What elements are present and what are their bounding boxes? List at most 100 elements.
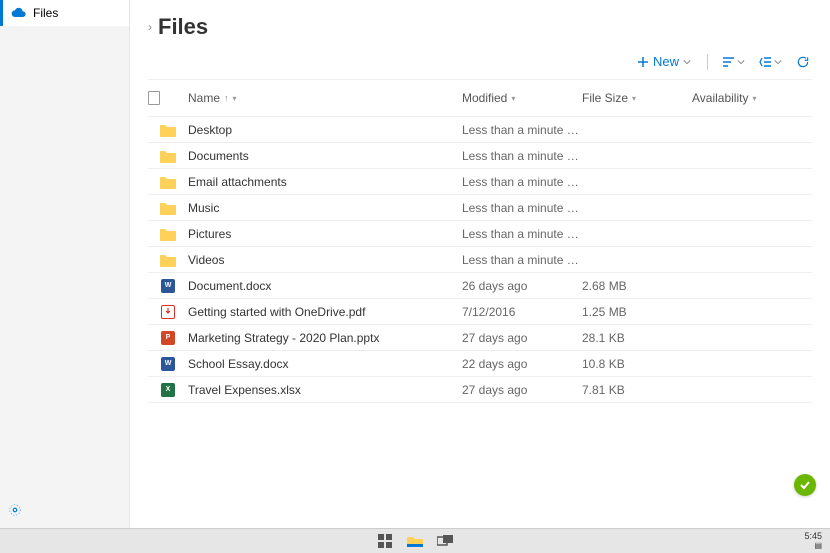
docx-icon: W: [161, 357, 175, 371]
table-row[interactable]: DesktopLess than a minute ago: [148, 117, 812, 143]
chevron-down-icon: [683, 58, 691, 66]
toolbar: New: [130, 48, 830, 79]
table-row[interactable]: W School Essay.docx22 days ago10.8 KB: [148, 351, 812, 377]
table-row[interactable]: DocumentsLess than a minute ago: [148, 143, 812, 169]
row-type-icon: P: [160, 330, 176, 346]
column-modified[interactable]: Modified ▾: [462, 91, 582, 105]
row-type-icon: [160, 226, 176, 242]
group-icon: [759, 56, 773, 68]
folder-icon: [160, 201, 176, 215]
row-modified: 27 days ago: [462, 331, 582, 345]
pdf-icon: [161, 305, 175, 319]
sidebar-settings[interactable]: [0, 497, 130, 528]
notification-icon[interactable]: ▤: [804, 541, 822, 551]
table-header: Name ↑ ▾ Modified ▾ File Size ▾ Availabi…: [148, 79, 812, 117]
row-size: 1.25 MB: [582, 305, 692, 319]
column-availability[interactable]: Availability ▾: [692, 91, 812, 105]
row-size: 10.8 KB: [582, 357, 692, 371]
column-availability-label: Availability: [692, 91, 748, 105]
table-row[interactable]: W Document.docx26 days ago2.68 MB: [148, 273, 812, 299]
row-type-icon: [160, 122, 176, 138]
sort-button[interactable]: [720, 54, 747, 70]
row-type-icon: X: [160, 382, 176, 398]
taskbar-center: [376, 532, 454, 550]
folder-icon: [160, 149, 176, 163]
row-type-icon: [160, 200, 176, 216]
row-name: Music: [188, 201, 462, 215]
clock[interactable]: 5:45 ▤: [804, 531, 822, 551]
sidebar-item-label: Files: [33, 6, 58, 20]
docx-icon: W: [161, 279, 175, 293]
row-name: Travel Expenses.xlsx: [188, 383, 462, 397]
row-name: School Essay.docx: [188, 357, 462, 371]
table-row[interactable]: Email attachmentsLess than a minute ago: [148, 169, 812, 195]
task-view-button[interactable]: [436, 532, 454, 550]
chevron-down-icon: [774, 58, 782, 66]
cloud-icon: [11, 5, 27, 21]
gear-icon: [8, 503, 22, 517]
table-row[interactable]: P Marketing Strategy - 2020 Plan.pptx27 d…: [148, 325, 812, 351]
table-row[interactable]: VideosLess than a minute ago: [148, 247, 812, 273]
header: › Files: [130, 0, 830, 48]
file-icon: [148, 91, 160, 105]
sort-icon: [722, 56, 736, 68]
row-modified: Less than a minute ago: [462, 253, 582, 267]
chevron-down-icon: ▾: [511, 94, 515, 103]
file-explorer-button[interactable]: [406, 532, 424, 550]
row-type-icon: W: [160, 278, 176, 294]
main-area: › Files New Name ↑ ▾: [130, 0, 830, 528]
column-size-label: File Size: [582, 91, 628, 105]
table-row[interactable]: MusicLess than a minute ago: [148, 195, 812, 221]
folder-icon: [407, 534, 423, 548]
row-type-icon: [160, 304, 176, 320]
check-icon: [799, 479, 811, 491]
row-modified: 27 days ago: [462, 383, 582, 397]
row-size: 28.1 KB: [582, 331, 692, 345]
row-modified: 22 days ago: [462, 357, 582, 371]
chevron-down-icon: ▾: [632, 94, 636, 103]
row-type-icon: [160, 174, 176, 190]
table-row[interactable]: PicturesLess than a minute ago: [148, 221, 812, 247]
column-name[interactable]: Name ↑ ▾: [188, 91, 462, 105]
taskbar: 5:45 ▤: [0, 528, 830, 553]
row-modified: 7/12/2016: [462, 305, 582, 319]
row-modified: Less than a minute ago: [462, 149, 582, 163]
pptx-icon: P: [161, 331, 175, 345]
toolbar-divider: [707, 54, 708, 70]
sync-status-badge[interactable]: [794, 474, 816, 496]
folder-icon: [160, 227, 176, 241]
windows-icon: [378, 534, 392, 548]
row-name: Email attachments: [188, 175, 462, 189]
chevron-down-icon: ▾: [233, 94, 237, 103]
folder-icon: [160, 175, 176, 189]
new-button[interactable]: New: [633, 52, 695, 71]
new-button-label: New: [653, 54, 679, 69]
row-type-icon: [160, 148, 176, 164]
table-row[interactable]: Getting started with OneDrive.pdf7/12/20…: [148, 299, 812, 325]
refresh-button[interactable]: [794, 53, 812, 71]
table-row[interactable]: X Travel Expenses.xlsx27 days ago7.81 KB: [148, 377, 812, 403]
start-button[interactable]: [376, 532, 394, 550]
row-name: Videos: [188, 253, 462, 267]
column-name-label: Name: [188, 91, 220, 105]
row-name: Desktop: [188, 123, 462, 137]
column-size[interactable]: File Size ▾: [582, 91, 692, 105]
row-modified: 26 days ago: [462, 279, 582, 293]
column-type-icon[interactable]: [148, 91, 188, 105]
column-modified-label: Modified: [462, 91, 507, 105]
row-name: Getting started with OneDrive.pdf: [188, 305, 462, 319]
page-title: Files: [158, 14, 208, 40]
row-size: 7.81 KB: [582, 383, 692, 397]
group-button[interactable]: [757, 54, 784, 70]
row-name: Document.docx: [188, 279, 462, 293]
breadcrumb-chevron-icon[interactable]: ›: [148, 20, 152, 34]
sidebar-item-files[interactable]: Files: [0, 0, 129, 26]
row-name: Marketing Strategy - 2020 Plan.pptx: [188, 331, 462, 345]
refresh-icon: [796, 55, 810, 69]
taskview-icon: [437, 535, 453, 547]
row-name: Documents: [188, 149, 462, 163]
sidebar: Files: [0, 0, 130, 528]
row-type-icon: [160, 252, 176, 268]
row-size: 2.68 MB: [582, 279, 692, 293]
row-modified: Less than a minute ago: [462, 123, 582, 137]
